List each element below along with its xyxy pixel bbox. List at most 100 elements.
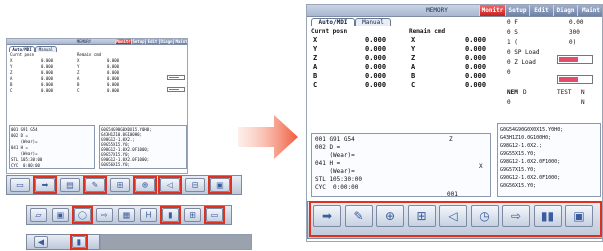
tab-edit[interactable]: Edit: [145, 39, 159, 44]
row2-key-icon: ⊞: [189, 210, 196, 220]
menu-more-button[interactable]: ▣: [565, 205, 593, 227]
axis-value-current: 0.000: [41, 82, 54, 87]
transition-arrow-icon: [238, 115, 298, 159]
disabled-key-area: [100, 234, 252, 250]
axis-value-current: 0.000: [41, 88, 54, 93]
current-posn-title: Curnt posn: [10, 52, 35, 57]
tab-maint-large[interactable]: Maint: [577, 5, 602, 16]
row3-key[interactable]: ◀: [34, 236, 48, 248]
row2-key-icon: H: [145, 210, 152, 220]
right-screen: MEMORY Monitr Setup Edit Diagn Maint Aut…: [306, 4, 603, 242]
search-icon: ◁: [448, 209, 458, 223]
clock-icon: ◷: [479, 209, 490, 223]
axis-label-remain: A: [77, 76, 80, 81]
axis-value-remain: 0.000: [465, 45, 487, 53]
axis-label-remain: X: [411, 36, 416, 44]
axis-label-remain: Y: [411, 45, 416, 53]
axis-value-current: 0.000: [365, 72, 387, 80]
axis-label-current: Y: [313, 45, 318, 53]
modal-line: 002 D =: [11, 133, 28, 138]
axis-label-remain: Z: [411, 54, 416, 62]
axis-value-current: 0.000: [365, 45, 387, 53]
info-value: D: [523, 89, 527, 96]
tab-diagn[interactable]: Diagn: [159, 39, 173, 44]
left-screen-header: MEMORY Monitr Setup Edit Diagn Maint: [7, 39, 187, 45]
tab-monitor[interactable]: Monitr: [115, 39, 131, 44]
tab-monitor-large[interactable]: Monitr: [479, 5, 505, 16]
axis-label-remain: X: [77, 58, 80, 63]
modal-line: 041 H =: [315, 160, 341, 167]
remain-cmd-title: Remain cmd: [77, 52, 102, 57]
row1-key-icon: ▭: [16, 180, 24, 190]
search-button[interactable]: ◁: [439, 205, 467, 227]
right-mode-tabs: Auto/MDI Manual: [311, 18, 391, 26]
row1-key[interactable]: ⊞: [110, 178, 130, 192]
modal-line: (Wear)=: [11, 151, 38, 156]
axis-value-current: 0.000: [365, 81, 387, 89]
row2-key[interactable]: ⊞: [184, 208, 201, 222]
feed-row-value: 300: [569, 29, 580, 36]
prog-run-icon: ➡: [321, 209, 333, 223]
axis-label-current: A: [10, 76, 13, 81]
modal-line: 041 H =: [11, 145, 28, 150]
axis-label-current: X: [313, 36, 318, 44]
axis-label-current: Z: [313, 54, 318, 62]
program-line: G90G12-1.0X2.0F1000;: [500, 175, 561, 181]
axis-value-remain: 0.000: [107, 64, 120, 69]
info-value: N: [581, 89, 585, 96]
program-line: G43H1Z10.0G100H0;: [500, 135, 552, 141]
row1-key-highlight: [208, 176, 232, 194]
tab-manual-large[interactable]: Manual: [355, 18, 391, 26]
row2-key[interactable]: ▦: [118, 208, 135, 222]
prog-run-button[interactable]: ➡: [313, 205, 341, 227]
row2-key[interactable]: ⇨: [96, 208, 113, 222]
modal-line: 001 G91 G54: [11, 127, 38, 132]
row1-key[interactable]: ⊟: [185, 178, 205, 192]
row1-key-highlight: [33, 176, 57, 194]
row2-key-icon: ▱: [35, 210, 42, 220]
axis-label-current: C: [313, 81, 318, 89]
axis-label-remain: A: [411, 63, 416, 71]
info-label: 0: [507, 99, 511, 106]
feed-row-label: 0: [507, 69, 511, 76]
row2-key[interactable]: ▱: [30, 208, 47, 222]
modal-line: 001 G91 G54: [315, 136, 355, 143]
row2-key[interactable]: ▣: [52, 208, 69, 222]
tab-diagn-large[interactable]: Diagn: [553, 5, 577, 16]
axis-value-current: 0.000: [41, 58, 54, 63]
tab-edit-large[interactable]: Edit: [529, 5, 553, 16]
axis-label-current: B: [313, 72, 318, 80]
next-page-icon: ⇨: [510, 209, 522, 223]
remain-cmd-title-large: Remain cmd: [409, 28, 446, 35]
clock-button[interactable]: ◷: [470, 205, 499, 227]
axis-value-remain: 0.000: [465, 63, 487, 71]
canvas: MEMORY Monitr Setup Edit Diagn Maint Aut…: [0, 0, 603, 251]
tab-manual[interactable]: Manual: [35, 46, 57, 52]
z-axis-label: Z: [449, 136, 453, 143]
modal-line: CYC 0:00:00: [11, 163, 40, 168]
row1-key[interactable]: ▭: [10, 178, 30, 192]
tab-auto-mdi-large[interactable]: Auto/MDI: [311, 18, 355, 26]
workpiece-button[interactable]: ▮▮: [533, 205, 562, 227]
coord-button[interactable]: ⊞: [407, 205, 436, 227]
next-page-button[interactable]: ⇨: [502, 205, 530, 227]
row1-key[interactable]: ▤: [60, 178, 80, 192]
tab-maint[interactable]: Maint: [173, 39, 187, 44]
row2-key-icon: ▦: [122, 210, 131, 220]
row3-key-highlight: [70, 234, 88, 250]
sp-load-bar: [557, 55, 593, 64]
row1-key-icon: ▤: [66, 180, 74, 190]
modal-line: (Wear)=: [315, 152, 355, 159]
axis-label-remain: Y: [77, 64, 80, 69]
tool-offset-button[interactable]: ⊕: [376, 205, 404, 227]
tab-setup[interactable]: Setup: [131, 39, 145, 44]
info-label: N: [581, 99, 585, 106]
axis-value-remain: 0.000: [107, 88, 120, 93]
axis-label-remain: Z: [77, 70, 80, 75]
axis-value-remain: 0.000: [107, 76, 120, 81]
left-screen-thumbnail: MEMORY Monitr Setup Edit Diagn Maint Aut…: [6, 38, 188, 174]
trace-button[interactable]: ✎: [344, 205, 373, 227]
z-load-bar: [557, 75, 593, 84]
tab-setup-large[interactable]: Setup: [505, 5, 529, 16]
row2-key[interactable]: H: [140, 208, 157, 222]
